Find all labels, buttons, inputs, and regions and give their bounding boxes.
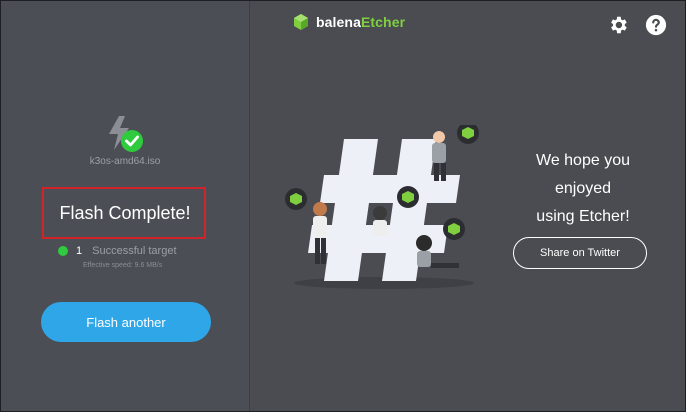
app-logo: balenaEtcher <box>292 13 405 31</box>
thank-you-line-1: We hope you <box>536 152 630 169</box>
help-icon[interactable] <box>645 14 667 36</box>
gear-icon[interactable] <box>607 14 629 36</box>
thank-you-line-2: enjoyed <box>554 180 612 197</box>
logo-prefix: balena <box>316 14 361 30</box>
flash-success-icon <box>109 116 143 152</box>
effective-speed: Effective speed: 9.6 MB/s <box>83 262 163 269</box>
logo-text: balenaEtcher <box>316 14 405 30</box>
target-count: 1 <box>76 245 83 257</box>
thank-you-line-3: using Etcher! <box>536 208 630 225</box>
logo-suffix: Etcher <box>360 14 406 30</box>
hashtag-illustration <box>285 125 479 289</box>
flash-another-button[interactable]: Flash another <box>41 302 211 342</box>
success-dot-icon <box>58 246 68 256</box>
image-file-name: k3os-amd64.iso <box>89 156 161 167</box>
balena-cube-icon <box>294 14 308 30</box>
flash-complete-title: Flash Complete! <box>59 203 191 223</box>
etcher-window: balenaEtcher k3os-amd64.iso Flash Comple… <box>0 0 686 412</box>
success-target-row: 1 Successful target <box>58 245 177 257</box>
thank-you-message: We hope you enjoyed using Etcher! <box>513 147 653 231</box>
share-on-twitter-button[interactable]: Share on Twitter <box>513 237 647 269</box>
target-label: Successful target <box>92 245 177 257</box>
